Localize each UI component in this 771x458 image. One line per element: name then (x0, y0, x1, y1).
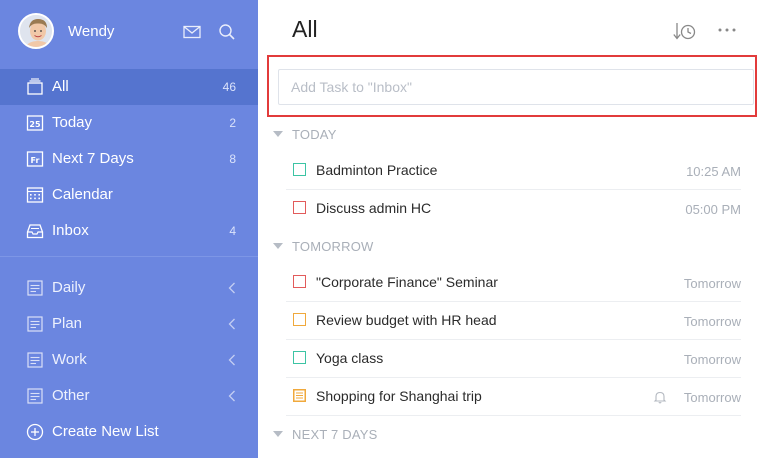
section-label: TOMORROW (292, 239, 374, 254)
sidebar-item-other[interactable]: Other (0, 378, 258, 414)
collapse-caret-icon[interactable] (273, 431, 283, 437)
list-icon (27, 388, 43, 404)
chevron-left-icon[interactable] (226, 317, 238, 331)
create-new-list-label: Create New List (52, 423, 159, 440)
sort-by-time-icon[interactable] (672, 20, 698, 42)
avatar[interactable] (18, 13, 54, 49)
search-icon[interactable] (217, 22, 237, 42)
list-icon (27, 280, 43, 296)
task-date: Tomorrow (683, 390, 741, 405)
svg-text:Fr: Fr (31, 156, 40, 165)
task-date: Tomorrow (683, 352, 741, 367)
sidebar-item-label: Work (52, 351, 87, 368)
task-row[interactable]: Discuss admin HC 05:00 PM (286, 190, 741, 228)
task-title[interactable]: Discuss admin HC (316, 200, 431, 216)
task-title[interactable]: "Corporate Finance" Seminar (316, 274, 498, 290)
section-label: TODAY (292, 127, 337, 142)
sidebar-item-count: 46 (222, 80, 236, 94)
task-checkbox[interactable] (293, 351, 306, 364)
sidebar-item-label: Today (52, 114, 93, 131)
task-title[interactable]: Yoga class (316, 350, 383, 366)
calendar-fr-icon: Fr (26, 151, 44, 167)
sidebar-item-all[interactable]: All 46 (0, 69, 258, 105)
task-checkbox[interactable] (293, 313, 306, 326)
create-new-list-button[interactable]: Create New List (0, 414, 258, 450)
chevron-left-icon[interactable] (226, 281, 238, 295)
chevron-left-icon[interactable] (226, 389, 238, 403)
chevron-left-icon[interactable] (226, 353, 238, 367)
section-next-7-days[interactable]: NEXT 7 DAYS (258, 423, 771, 447)
sidebar-item-plan[interactable]: Plan (0, 306, 258, 342)
list-icon (27, 352, 43, 368)
sidebar-item-calendar[interactable]: Calendar (0, 177, 258, 213)
task-row[interactable]: Review budget with HR head Tomorrow (286, 302, 741, 340)
task-date: Tomorrow (683, 314, 741, 329)
sidebar-item-label: Calendar (52, 186, 113, 203)
collapse-caret-icon[interactable] (273, 243, 283, 249)
sidebar: Wendy All 46 25 Today 2 Fr Next 7 Days 8… (0, 0, 258, 458)
checklist-checkbox-icon[interactable] (293, 389, 306, 402)
sidebar-item-label: All (52, 78, 69, 95)
all-stack-icon (27, 78, 43, 95)
main-panel: All TODAY Badminton Practice 10:25 AM Di… (258, 0, 771, 458)
task-date: Tomorrow (683, 276, 741, 291)
task-row[interactable]: Yoga class Tomorrow (286, 340, 741, 378)
list-icon (27, 316, 43, 332)
section-tomorrow[interactable]: TOMORROW (258, 235, 771, 259)
sidebar-item-work[interactable]: Work (0, 342, 258, 378)
calendar-grid-icon (26, 187, 44, 203)
task-title[interactable]: Shopping for Shanghai trip (316, 388, 482, 404)
task-title[interactable]: Badminton Practice (316, 162, 437, 178)
calendar-25-icon: 25 (26, 115, 44, 131)
sidebar-item-inbox[interactable]: Inbox 4 (0, 213, 258, 249)
page-title: All (292, 16, 318, 42)
task-date: 10:25 AM (686, 164, 741, 179)
task-row[interactable]: "Corporate Finance" Seminar Tomorrow (286, 264, 741, 302)
plus-circle-icon (26, 423, 44, 441)
sidebar-item-next-7-days[interactable]: Fr Next 7 Days 8 (0, 141, 258, 177)
sidebar-item-label: Daily (52, 279, 86, 296)
bell-icon (653, 391, 667, 404)
sidebar-divider (0, 256, 258, 257)
sidebar-item-count: 8 (229, 152, 236, 166)
collapse-caret-icon[interactable] (273, 131, 283, 137)
inbox-tray-icon (26, 224, 44, 239)
section-today[interactable]: TODAY (258, 123, 771, 147)
sidebar-item-label: Inbox (52, 222, 89, 239)
section-label: NEXT 7 DAYS (292, 427, 378, 442)
sidebar-item-daily[interactable]: Daily (0, 270, 258, 306)
add-task-input[interactable] (278, 69, 754, 105)
mail-icon[interactable] (182, 22, 202, 42)
sidebar-item-label: Plan (52, 315, 83, 332)
sidebar-item-count: 4 (229, 224, 236, 238)
task-date: 05:00 PM (685, 202, 741, 217)
task-checkbox[interactable] (293, 275, 306, 288)
task-checkbox[interactable] (293, 201, 306, 214)
more-options-icon[interactable] (716, 22, 738, 38)
profile-header: Wendy (0, 0, 258, 64)
sidebar-item-count: 2 (229, 116, 236, 130)
task-row[interactable]: Badminton Practice 10:25 AM (286, 152, 741, 190)
sidebar-item-today[interactable]: 25 Today 2 (0, 105, 258, 141)
task-title[interactable]: Review budget with HR head (316, 312, 497, 328)
svg-text:25: 25 (29, 120, 41, 129)
sidebar-item-label: Other (52, 387, 90, 404)
task-checkbox[interactable] (293, 163, 306, 176)
task-row[interactable]: Shopping for Shanghai trip Tomorrow (286, 378, 741, 416)
username[interactable]: Wendy (68, 23, 114, 40)
sidebar-item-label: Next 7 Days (52, 150, 134, 167)
